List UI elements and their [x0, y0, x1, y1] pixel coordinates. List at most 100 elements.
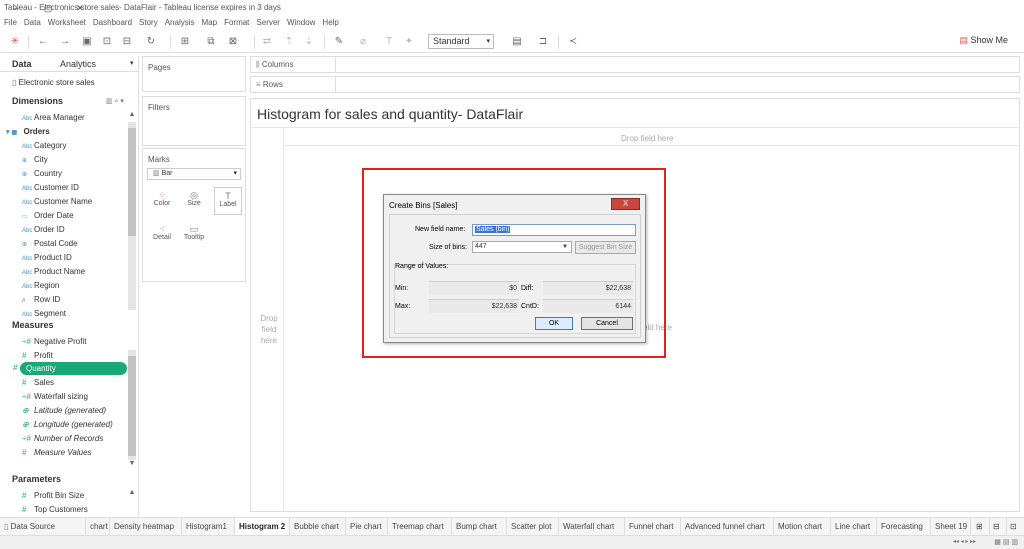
sort-ascending-icon[interactable]: ⇡ — [282, 35, 296, 49]
show-me-button[interactable]: ▤ Show Me — [959, 35, 1008, 46]
dimensions-scroll-thumb[interactable] — [128, 128, 136, 236]
sheet-tab[interactable]: Funnel chart — [625, 518, 681, 535]
tooltip-button[interactable]: ▭ Tooltip — [180, 221, 208, 249]
new-field-name-input[interactable]: Sales (bin) — [472, 224, 636, 236]
sheet-tab[interactable]: Treemap chart — [388, 518, 452, 535]
clear-sheet-icon[interactable]: ⊠ — [226, 35, 240, 49]
tab-data-source[interactable]: ▯ Data Source — [0, 518, 86, 535]
menu-format[interactable]: Format — [224, 16, 249, 30]
field-measure-values[interactable]: # Measure Values — [22, 446, 92, 459]
sheet-tab[interactable]: Scatter plot — [507, 518, 559, 535]
field-area-manager[interactable]: Abc Area Manager — [22, 111, 85, 124]
bin-size-select[interactable]: 447 ▼ — [472, 241, 572, 253]
tab-analytics[interactable]: Analytics — [60, 56, 96, 72]
scroll-up-icon[interactable]: ▲ — [128, 489, 136, 496]
sheet-tab[interactable]: chart — [86, 518, 110, 535]
sheet-tab[interactable]: Bubble chart — [290, 518, 346, 535]
field-product-id[interactable]: Abc Product ID — [22, 251, 72, 264]
field-city[interactable]: ⊕ City — [22, 153, 48, 166]
menu-map[interactable]: Map — [202, 16, 218, 30]
sheet-tab[interactable]: Advanced funnel chart — [681, 518, 774, 535]
field-order-id[interactable]: Abc Order ID — [22, 223, 65, 236]
show-cards-icon[interactable]: ▤ — [510, 35, 524, 49]
pages-card[interactable]: Pages — [142, 56, 246, 92]
swap-icon[interactable]: ⇄ — [260, 35, 274, 49]
menu-dashboard[interactable]: Dashboard — [93, 16, 132, 30]
menu-data[interactable]: Data — [24, 16, 41, 30]
tableau-logo-icon[interactable]: ✳ — [8, 35, 22, 49]
field-segment[interactable]: Abc Segment — [22, 307, 66, 320]
field-quantity-selected[interactable]: Quantity — [20, 362, 127, 375]
sheet-tab[interactable]: Histogram1 — [182, 518, 235, 535]
scroll-down-icon[interactable]: ▼ — [128, 460, 136, 467]
scroll-up-icon[interactable]: ▲ — [128, 111, 136, 118]
new-story-icon[interactable]: ⊡ — [1007, 518, 1024, 535]
size-button[interactable]: ◎ Size — [180, 187, 208, 215]
pane-menu-icon[interactable]: ▾ — [130, 56, 134, 72]
field-row-id[interactable]: # Row ID — [22, 293, 60, 306]
field-number-of-records[interactable]: ÷# Number of Records — [22, 432, 103, 445]
redo-icon[interactable]: → — [58, 35, 72, 49]
ok-button[interactable]: OK — [535, 317, 573, 330]
new-datasource-icon[interactable]: ⊡ — [100, 35, 114, 49]
sheet-navigation-icon[interactable]: ◂◂ ◂ ▸ ▸▸ — [953, 538, 976, 545]
menu-help[interactable]: Help — [322, 16, 338, 30]
sheet-tab[interactable]: Bump chart — [452, 518, 507, 535]
sheet-tab[interactable]: Density heatmap — [110, 518, 182, 535]
pause-updates-icon[interactable]: ⊟ — [120, 35, 134, 49]
drop-zone-rows[interactable]: Drop field here — [259, 313, 279, 346]
new-worksheet-icon[interactable]: ⊞ — [178, 35, 192, 49]
datasource-item[interactable]: ▯ Electronic store sales — [12, 78, 95, 87]
sheet-tab[interactable]: Motion chart — [774, 518, 831, 535]
color-button[interactable]: ⁘ Color — [148, 187, 176, 215]
menu-window[interactable]: Window — [287, 16, 315, 30]
field-waterfall-sizing[interactable]: ÷# Waterfall sizing — [22, 390, 88, 403]
sheet-tab[interactable]: Waterfall chart — [559, 518, 625, 535]
highlight-icon[interactable]: ✎ — [332, 35, 346, 49]
mark-type-select[interactable]: ▥ Bar ▾ — [147, 168, 241, 180]
sheet-tab-active[interactable]: Histogram 2 — [235, 518, 290, 535]
menu-file[interactable]: File — [4, 16, 17, 30]
filters-card[interactable]: Filters — [142, 96, 246, 146]
pin-icon[interactable]: ✦ — [402, 35, 416, 49]
field-negative-profit[interactable]: ÷# Negative Profit — [22, 335, 86, 348]
columns-shelf[interactable]: ⫼ Columns — [250, 56, 1020, 73]
tab-data[interactable]: Data — [12, 56, 32, 72]
field-sales[interactable]: # Sales — [22, 376, 54, 389]
field-order-date[interactable]: ▭ Order Date — [22, 209, 74, 222]
sheet-view-icon[interactable]: ▦ ▤ ▥ — [994, 538, 1018, 546]
field-customer-id[interactable]: Abc Customer ID — [22, 181, 79, 194]
presentation-icon[interactable]: ⊐ — [536, 35, 550, 49]
refresh-icon[interactable]: ↻ — [144, 35, 158, 49]
sheet-tab[interactable]: Pie chart — [346, 518, 388, 535]
sheet-tab[interactable]: Forecasting — [877, 518, 931, 535]
menu-story[interactable]: Story — [139, 16, 158, 30]
field-product-name[interactable]: Abc Product Name — [22, 265, 85, 278]
fit-select[interactable]: Standard ▾ — [428, 34, 494, 49]
field-postal-code[interactable]: ⊕ Postal Code — [22, 237, 78, 250]
field-profit[interactable]: # Profit — [22, 349, 53, 362]
suggest-bin-size-button[interactable]: Suggest Bin Size — [575, 241, 636, 254]
field-customer-name[interactable]: Abc Customer Name — [22, 195, 92, 208]
label-button[interactable]: T Label — [214, 187, 242, 215]
undo-icon[interactable]: ← — [36, 35, 50, 49]
drop-zone-columns[interactable]: Drop field here — [621, 134, 673, 143]
param-profit-bin-size[interactable]: # Profit Bin Size — [22, 489, 84, 502]
group-icon[interactable]: ⌀ — [356, 35, 370, 49]
menu-server[interactable]: Server — [256, 16, 280, 30]
sheet-tab[interactable]: Line chart — [831, 518, 877, 535]
field-region[interactable]: Abc Region — [22, 279, 59, 292]
folder-orders[interactable]: ▾ ▦ Orders — [6, 125, 50, 138]
save-icon[interactable]: ▣ — [80, 35, 94, 49]
duplicate-sheet-icon[interactable]: ⧉ — [204, 35, 218, 49]
label-icon[interactable]: T — [382, 35, 396, 49]
field-longitude[interactable]: ⊕ Longitude (generated) — [22, 418, 113, 431]
cancel-button[interactable]: Cancel — [581, 317, 633, 330]
rows-shelf[interactable]: ≡ Rows — [250, 76, 1020, 93]
measures-scroll-thumb[interactable] — [128, 356, 136, 456]
share-icon[interactable]: ≺ — [566, 35, 580, 49]
menu-analysis[interactable]: Analysis — [165, 16, 195, 30]
dimension-tools-icon[interactable]: ▥ ⌕ ▾ — [106, 97, 124, 106]
dialog-close-button[interactable]: X — [611, 198, 640, 210]
field-country[interactable]: ⊕ Country — [22, 167, 62, 180]
